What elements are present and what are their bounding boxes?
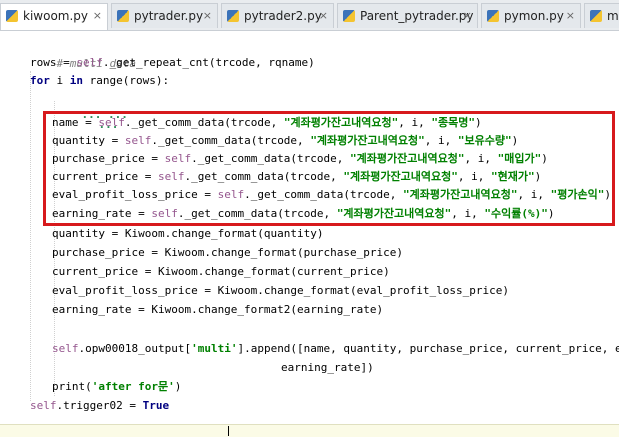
tab-parent-pytrader[interactable]: Parent_pytrader.py × [337, 3, 478, 28]
text-caret [228, 426, 229, 436]
code-line-rows: rows = self._get_repeat_cnt(trcode, rqna… [30, 54, 315, 72]
python-file-icon [590, 10, 602, 22]
python-file-icon [117, 10, 129, 22]
code-token: .opw00018_output[ [78, 342, 192, 355]
python-file-icon [227, 10, 239, 22]
indent-guide [30, 71, 31, 401]
highlight-box [43, 111, 615, 226]
code-line-append: self.opw00018_output['multi'].append([na… [52, 340, 619, 358]
tab-label: pymon.py [504, 9, 564, 23]
code-line-format: eval_profit_loss_price = Kiwoom.change_f… [52, 284, 509, 297]
python-file-icon [343, 10, 355, 22]
tab-label: pytrader2.py [244, 9, 322, 23]
code-token: range(rows): [83, 74, 170, 87]
tab-label: pytrader.py [134, 9, 204, 23]
keyword-token: in [69, 74, 83, 87]
self-token: self [76, 56, 103, 69]
self-token: self [30, 399, 57, 412]
tab-pytrader[interactable]: pytrader.py × [111, 3, 218, 28]
code-token: rows = [30, 56, 77, 69]
python-file-icon [487, 10, 499, 22]
code-token: i [49, 74, 70, 87]
python-file-icon [6, 10, 18, 22]
code-token: ].append([name, quantity, purchase_price… [237, 342, 619, 355]
code-token: .trigger02 = [56, 399, 143, 412]
tab-my[interactable]: my [584, 3, 619, 28]
close-icon[interactable]: × [203, 4, 212, 28]
code-token: ) [174, 380, 182, 393]
code-token: ._get_repeat_cnt(trcode, rqname) [102, 56, 315, 69]
keyword-token: for [30, 74, 50, 87]
code-line-format: earning_rate = Kiwoom.change_format2(ear… [52, 303, 384, 316]
code-token: print( [52, 380, 92, 393]
string-token: 'multi' [191, 342, 238, 355]
bottom-bar [0, 424, 619, 437]
tab-kiwoom[interactable]: kiwoom.py × [0, 3, 108, 30]
code-line-append-cont: earning_rate]) [281, 361, 374, 374]
code-line-trigger: self.trigger02 = True [30, 397, 169, 415]
code-line-format: purchase_price = Kiwoom.change_format(pu… [52, 246, 403, 259]
editor-tab-bar: kiwoom.py × pytrader.py × pytrader2.py ×… [0, 0, 619, 31]
tab-label: Parent_pytrader.py [360, 9, 474, 23]
code-line-comment: # multi data [30, 37, 136, 70]
code-line-format: quantity = Kiwoom.change_format(quantity… [52, 227, 324, 240]
code-line-format: current_price = Kiwoom.change_format(cur… [52, 265, 390, 278]
tab-pymon[interactable]: pymon.py × [481, 3, 581, 28]
code-editor[interactable]: # multi data rows = self._get_repeat_cnt… [0, 31, 619, 424]
keyword-token: True [142, 399, 170, 412]
close-icon[interactable]: × [463, 4, 472, 28]
self-token: self [52, 342, 79, 355]
close-icon[interactable]: × [566, 4, 575, 28]
code-line-print: print('after for문') [52, 378, 181, 396]
tab-label: my [607, 9, 619, 23]
string-token: 'after for문' [91, 380, 175, 393]
close-icon[interactable]: × [319, 4, 328, 28]
tab-pytrader2[interactable]: pytrader2.py × [221, 3, 334, 28]
tab-label: kiwoom.py [23, 9, 89, 23]
close-icon[interactable]: × [93, 4, 102, 28]
